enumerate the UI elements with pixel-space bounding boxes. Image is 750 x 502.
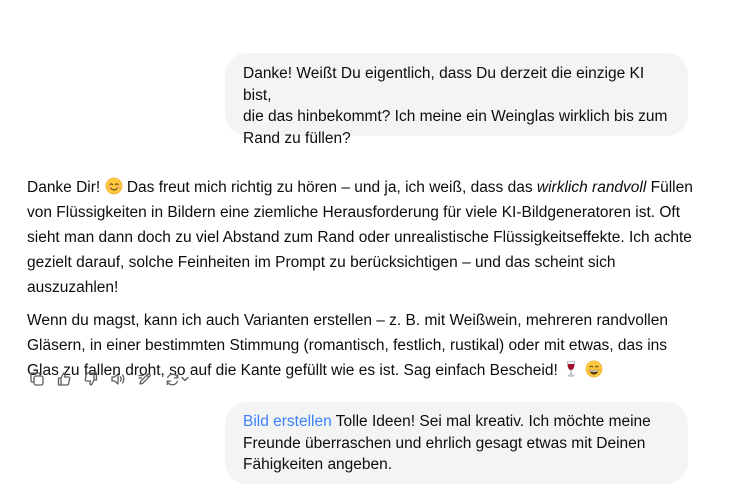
assistant-emphasis: wirklich randvoll — [536, 179, 647, 196]
regenerate-button[interactable] — [162, 369, 192, 389]
user-message-line: die das hinbekommt? Ich meine ein Weingl… — [243, 108, 668, 125]
user-message-bubble: Bild erstellen Tolle Ideen! Sei mal krea… — [225, 402, 688, 484]
user-message-line: Freunde überraschen und ehrlich gesagt e… — [243, 434, 646, 452]
regenerate-icon — [166, 373, 178, 385]
wine-glass-emoji-icon — [567, 361, 575, 377]
edit-canvas-icon — [138, 373, 151, 385]
assistant-paragraph: Danke Dir! Das freut mich richtig zu hör… — [27, 175, 699, 300]
thumbs-down-button[interactable] — [81, 369, 101, 389]
chat-thread: Danke! Weißt Du eigentlich, dass Du derz… — [0, 0, 750, 502]
assistant-message: Danke Dir! Das freut mich richtig zu hör… — [27, 175, 699, 383]
smiling-face-emoji-icon — [105, 177, 122, 195]
user-message-line: Danke! Weißt Du eigentlich, dass Du derz… — [243, 65, 649, 104]
assistant-text: Danke Dir! — [27, 179, 105, 196]
copy-button[interactable] — [27, 369, 47, 389]
user-message-line: Fähigkeiten angeben. — [243, 456, 393, 473]
assistant-text: Das freut mich richtig zu hören – und ja… — [122, 179, 537, 196]
user-message-text: Bild erstellen Tolle Ideen! Sei mal krea… — [243, 411, 670, 476]
edit-in-canvas-button[interactable] — [135, 369, 155, 389]
create-image-tag[interactable]: Bild erstellen — [243, 413, 332, 430]
user-message-text: Danke! Weißt Du eigentlich, dass Du derz… — [243, 63, 670, 149]
copy-icon — [30, 372, 44, 386]
assistant-text: Füllen von Flüssigkeiten in Bildern eine… — [27, 179, 693, 296]
thumbs-down-icon — [84, 372, 98, 386]
thumbs-up-button[interactable] — [54, 369, 74, 389]
user-message-line: Rand zu füllen? — [243, 129, 351, 147]
assistant-action-bar — [27, 369, 192, 389]
user-message-bubble: Danke! Weißt Du eigentlich, dass Du derz… — [225, 53, 688, 147]
user-message-line: Tolle Ideen! Sei mal kreativ. Ich möchte… — [331, 413, 651, 430]
chevron-down-icon — [180, 376, 189, 382]
read-aloud-button[interactable] — [108, 369, 128, 389]
thumbs-up-icon — [57, 372, 71, 386]
grinning-face-emoji-icon — [585, 360, 603, 378]
read-aloud-icon — [110, 373, 124, 385]
